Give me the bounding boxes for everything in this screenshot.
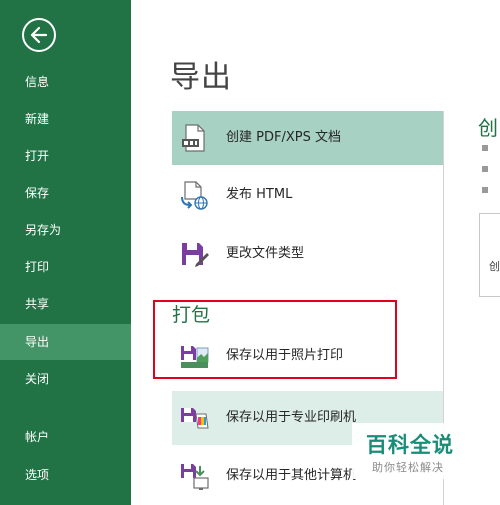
watermark: 百科全说 助你轻松解决 xyxy=(352,423,464,479)
sidebar-item-open[interactable]: 打开 xyxy=(0,138,131,174)
pdf-document-icon xyxy=(178,122,210,154)
detail-bullet xyxy=(482,145,488,151)
press-print-icon xyxy=(178,402,210,434)
publish-html-icon xyxy=(178,179,210,211)
detail-bullet xyxy=(482,166,488,172)
sidebar-item-save-as[interactable]: 另存为 xyxy=(0,212,131,248)
back-arrow-icon[interactable] xyxy=(22,18,56,52)
sidebar-item-info[interactable]: 信息 xyxy=(0,64,131,100)
sidebar-item-options[interactable]: 选项 xyxy=(0,457,131,493)
sidebar-item-share[interactable]: 共享 xyxy=(0,286,131,322)
create-pdf-button[interactable]: 创 xyxy=(479,213,500,297)
create-pdf-button-label: 创 xyxy=(489,260,500,273)
other-computer-icon xyxy=(178,460,210,492)
highlight-annotation-box xyxy=(153,300,397,379)
export-option-label: 保存以用于专业印刷机 xyxy=(226,410,357,425)
export-option-label: 创建 PDF/XPS 文档 xyxy=(226,130,341,145)
sidebar-item-save[interactable]: 保存 xyxy=(0,175,131,211)
detail-bullet xyxy=(482,187,488,193)
sidebar-item-export[interactable]: 导出 xyxy=(0,324,131,360)
sidebar-item-new[interactable]: 新建 xyxy=(0,101,131,137)
backstage-sidebar: 信息 新建 打开 保存 另存为 打印 共享 导出 关闭 帐户 选项 xyxy=(0,0,131,505)
watermark-title: 百科全说 xyxy=(366,433,454,457)
export-option-change-file-type[interactable]: 更改文件类型 xyxy=(172,227,444,281)
export-option-label: 保存以用于其他计算机 xyxy=(226,468,357,483)
sidebar-item-account[interactable]: 帐户 xyxy=(0,419,131,455)
sidebar-item-close[interactable]: 关闭 xyxy=(0,361,131,397)
watermark-subtitle: 助你轻松解决 xyxy=(372,461,444,474)
detail-panel-heading: 创 xyxy=(478,116,498,140)
export-option-label: 发布 HTML xyxy=(226,187,293,202)
export-option-publish-html[interactable]: 发布 HTML xyxy=(172,168,444,222)
export-option-label: 更改文件类型 xyxy=(226,246,305,261)
page-title: 导出 xyxy=(170,60,232,95)
export-option-pdf-xps[interactable]: 创建 PDF/XPS 文档 xyxy=(172,111,444,165)
change-file-type-icon xyxy=(178,238,210,270)
sidebar-item-print[interactable]: 打印 xyxy=(0,249,131,285)
